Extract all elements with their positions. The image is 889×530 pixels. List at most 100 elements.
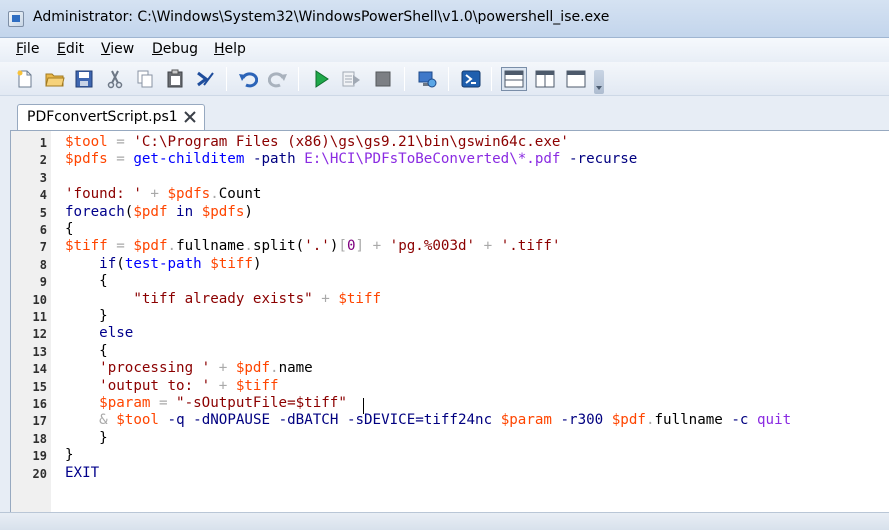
line-number: 12 [32, 327, 47, 342]
code-token: split [252, 238, 296, 255]
code-token: { [65, 342, 108, 359]
run-icon[interactable] [310, 68, 332, 90]
code-token: 'C:\Program Files (x86)\gs\gs9.21\bin\gs… [133, 134, 569, 150]
save-icon[interactable] [73, 68, 95, 90]
code-token: quit [757, 412, 792, 429]
close-icon[interactable] [181, 108, 199, 126]
menu-edit[interactable]: Edit [57, 41, 84, 57]
code-line: $param = "-sOutputFile=$tiff" [65, 395, 347, 412]
open-folder-icon[interactable] [44, 68, 66, 90]
horizontal-scrollbar[interactable] [0, 512, 889, 530]
code-line: & $tool -q -dNOPAUSE -dBATCH -sDEVICE=ti… [65, 412, 791, 429]
menu-view[interactable]: View [101, 41, 134, 57]
code-line: $pdfs = get-childitem -path E:\HCI\PDFsT… [65, 151, 637, 168]
line-number: 5 [39, 205, 47, 220]
code-token: E:\HCI\PDFsToBeConverted\*.pdf [304, 151, 561, 168]
script-editor[interactable]: 1 2 3 4 5 6 7 8 9 10 11 12 13 14 15 16 17 18 19 20 $tool = … [10, 130, 889, 512]
stop-icon[interactable] [372, 68, 394, 90]
code-token: -path [252, 151, 296, 168]
code-line: EXIT [65, 465, 99, 482]
code-token: -q [167, 412, 185, 429]
code-token: get-childitem [133, 151, 245, 168]
tab-strip: PDFconvertScript.ps1 [0, 96, 889, 131]
code-token: } [65, 308, 108, 324]
menu-help[interactable]: Help [214, 41, 246, 57]
start-powershell-icon[interactable] [460, 68, 482, 90]
code-token: { [65, 221, 74, 237]
line-number: 17 [32, 414, 47, 429]
code-line: 'processing ' + $pdf.name [65, 360, 313, 377]
code-token: in [167, 203, 202, 220]
toolbar-separator [448, 67, 449, 91]
code-line: { [65, 273, 108, 290]
layout-max-icon[interactable] [563, 67, 589, 91]
code-token: $tiff [235, 377, 279, 394]
line-number: 4 [39, 188, 47, 203]
clear-output-icon[interactable] [194, 68, 216, 90]
cut-icon[interactable] [104, 68, 126, 90]
code-token: [ [338, 238, 347, 255]
new-file-icon[interactable] [14, 68, 36, 90]
code-token: . [270, 360, 279, 377]
layout-side-icon[interactable] [532, 67, 558, 91]
tab-pdfconvertscript[interactable]: PDFconvertScript.ps1 [17, 104, 205, 131]
code-line: } [65, 308, 108, 325]
code-line: 'output to: ' + $tiff [65, 377, 279, 395]
title-bar: Administrator: C:\Windows\System32\Windo… [0, 0, 889, 38]
code-token: ] [355, 238, 365, 255]
new-remote-tab-icon[interactable] [416, 68, 438, 90]
code-token: $tiff [65, 238, 108, 255]
code-token: + [210, 377, 236, 394]
code-token: EXIT [65, 464, 100, 481]
code-token: foreach [65, 203, 125, 220]
line-number: 7 [39, 240, 47, 255]
code-token: $pdfs [201, 203, 245, 220]
code-line: foreach($pdf in $pdfs) [65, 204, 253, 221]
redo-icon[interactable] [267, 68, 289, 90]
code-token: $pdf [133, 238, 168, 255]
line-number: 8 [39, 257, 47, 272]
code-token: ( [116, 255, 125, 272]
copy-icon[interactable] [134, 68, 156, 90]
code-token: $pdf [235, 360, 271, 377]
code-token: = [150, 395, 177, 411]
menu-debug[interactable]: Debug [152, 41, 198, 57]
code-line: $tool = 'C:\Program Files (x86)\gs\gs9.2… [65, 134, 569, 151]
code-line: else [65, 325, 133, 342]
undo-icon[interactable] [237, 68, 259, 90]
line-number: 13 [32, 344, 47, 359]
code-token: $pdf [611, 412, 646, 429]
code-token: = [107, 134, 134, 150]
code-token: -recurse [569, 151, 638, 168]
code-token: + [475, 238, 501, 255]
code-token: Count [218, 186, 262, 203]
code-token: '.tiff' [500, 238, 561, 255]
code-token: $param [500, 412, 552, 429]
toolbar-overflow-button[interactable] [594, 70, 604, 94]
code-token: { [65, 273, 108, 290]
layout-top-icon[interactable] [501, 67, 527, 91]
code-token: 'output to: ' [99, 377, 211, 394]
code-token: -sDEVICE=tiff24nc [346, 412, 493, 429]
code-token: fullname [654, 412, 723, 429]
run-selection-icon[interactable] [340, 68, 362, 90]
code-token: -dNOPAUSE [193, 412, 271, 429]
code-line: { [65, 343, 108, 360]
menu-file[interactable]: File [16, 41, 39, 57]
code-token: + [210, 360, 236, 377]
code-token: } [65, 429, 108, 446]
paste-icon[interactable] [164, 68, 186, 90]
